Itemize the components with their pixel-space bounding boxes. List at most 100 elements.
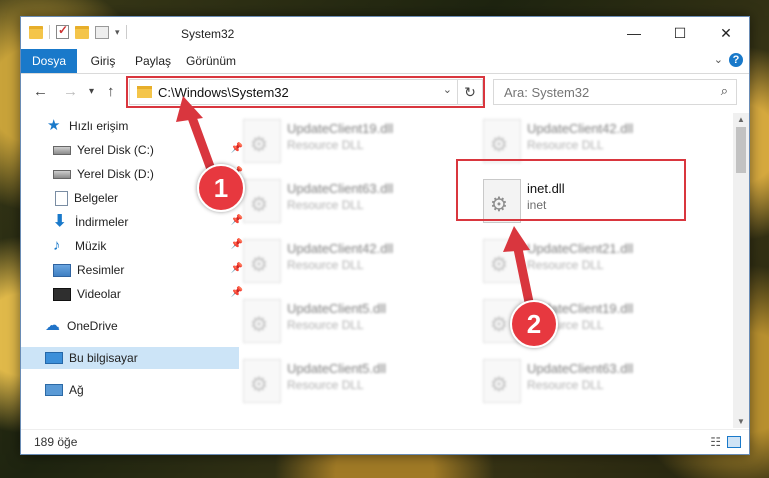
title-bar: ▾ System32 — ☐ ✕ — [21, 17, 749, 49]
file-description: Resource DLL — [287, 258, 364, 272]
file-name: UpdateClient21.dll — [527, 241, 634, 256]
file-name: UpdateClient63.dll — [527, 361, 634, 376]
file-explorer-window: ▾ System32 — ☐ ✕ Dosya Giriş Paylaş Görü… — [20, 16, 750, 455]
dropdown-arrow-icon[interactable]: ▾ — [115, 27, 120, 38]
properties-check-icon[interactable] — [56, 23, 69, 39]
scroll-thumb[interactable] — [736, 127, 746, 173]
navigation-bar: ← → ▾ ↑ C:\Windows\System32 ⌄ ↻ ⌕ — [21, 75, 749, 109]
item-count: 189 öğe — [34, 435, 78, 449]
dll-file-icon — [483, 359, 521, 403]
music-note-icon: ♪ — [53, 237, 61, 254]
address-highlight-box — [126, 76, 485, 108]
file-name: UpdateClient42.dll — [527, 121, 634, 136]
file-description: Resource DLL — [527, 258, 604, 272]
scroll-up-icon[interactable]: ▲ — [737, 115, 745, 124]
folder-icon — [29, 25, 43, 39]
file-description: Resource DLL — [287, 378, 364, 392]
file-description: Resource DLL — [527, 378, 604, 392]
file-description: Resource DLL — [527, 138, 604, 152]
file-item[interactable]: UpdateClient21.dll Resource DLL — [457, 233, 687, 287]
sidebar-item-label: Belgeler — [74, 191, 119, 205]
sidebar-item-onedrive[interactable]: ☁ OneDrive — [21, 315, 239, 337]
tab-home[interactable]: Giriş — [83, 49, 123, 73]
sidebar-item-videos[interactable]: Videolar 📌 — [21, 283, 247, 305]
new-folder-icon[interactable] — [75, 25, 89, 39]
minimize-button[interactable]: — — [611, 17, 657, 49]
sidebar-item-network[interactable]: Ağ — [21, 379, 239, 401]
search-icon[interactable]: ⌕ — [721, 83, 728, 99]
file-name: UpdateClient63.dll — [287, 181, 394, 196]
search-box[interactable]: ⌕ — [493, 79, 737, 105]
back-arrow-icon[interactable]: ← — [33, 83, 48, 100]
sidebar-item-label: OneDrive — [67, 319, 118, 333]
step-badge-2: 2 — [510, 300, 558, 348]
tab-view[interactable]: Görünüm — [181, 49, 241, 73]
dll-file-icon — [243, 299, 281, 343]
sidebar-item-label: Müzik — [75, 239, 107, 253]
file-description: Resource DLL — [287, 198, 364, 212]
dll-file-icon — [243, 239, 281, 283]
navigation-pane: ★ Hızlı erişim Yerel Disk (C:) 📌 Yerel D… — [21, 113, 245, 428]
drive-icon — [53, 145, 71, 155]
file-item[interactable]: UpdateClient63.dll Resource DLL — [457, 353, 687, 407]
download-arrow-icon: ⬇ — [53, 213, 67, 230]
up-arrow-icon[interactable]: ↑ — [107, 83, 115, 100]
file-item[interactable]: UpdateClient19.dll Resource DLL — [217, 113, 447, 167]
file-item[interactable]: UpdateClient5.dll Resource DLL — [217, 353, 447, 407]
toolbar-divider — [49, 25, 50, 39]
file-item[interactable]: UpdateClient63.dll Resource DLL — [217, 173, 447, 227]
pictures-icon — [53, 263, 71, 277]
search-input[interactable] — [502, 84, 706, 101]
tab-share[interactable]: Paylaş — [129, 49, 177, 73]
inet-dll-highlight-box — [456, 159, 686, 221]
close-button[interactable]: ✕ — [703, 17, 749, 49]
file-name: UpdateClient42.dll — [287, 241, 394, 256]
file-name: UpdateClient19.dll — [287, 121, 394, 136]
customize-toolbar-icon[interactable] — [95, 25, 109, 39]
sidebar-item-label: Bu bilgisayar — [69, 351, 138, 365]
dll-file-icon — [483, 119, 521, 163]
quick-access-toolbar: ▾ — [29, 23, 127, 39]
sidebar-item-pictures[interactable]: Resimler 📌 — [21, 259, 247, 281]
dll-file-icon — [243, 179, 281, 223]
status-bar: 189 öğe ☷ — [21, 429, 749, 454]
recent-locations-icon[interactable]: ▾ — [89, 86, 94, 97]
maximize-button[interactable]: ☐ — [657, 17, 703, 49]
sidebar-item-label: Hızlı erişim — [69, 119, 129, 133]
sidebar-item-downloads[interactable]: ⬇ İndirmeler 📌 — [21, 211, 247, 233]
dll-file-icon — [483, 239, 521, 283]
vertical-scrollbar[interactable]: ▲ ▼ — [733, 113, 749, 428]
sidebar-item-label: İndirmeler — [75, 215, 129, 229]
details-view-icon[interactable]: ☷ — [710, 435, 721, 449]
cloud-icon: ☁ — [45, 317, 60, 334]
sidebar-item-label: Videolar — [77, 287, 121, 301]
sidebar-item-music[interactable]: ♪ Müzik 📌 — [21, 235, 247, 257]
drive-icon — [53, 169, 71, 179]
ribbon-tabs: Dosya Giriş Paylaş Görünüm ⌄ ? — [21, 49, 749, 74]
sidebar-item-quick-access[interactable]: ★ Hızlı erişim — [21, 115, 241, 137]
star-icon: ★ — [47, 117, 61, 134]
file-name: UpdateClient5.dll — [287, 301, 387, 316]
tab-file[interactable]: Dosya — [21, 49, 77, 73]
computer-icon — [45, 352, 63, 364]
file-description: Resource DLL — [287, 318, 364, 332]
network-icon — [45, 384, 63, 396]
forward-arrow-icon[interactable]: → — [63, 83, 78, 100]
dll-file-icon — [243, 119, 281, 163]
file-item[interactable]: UpdateClient5.dll Resource DLL — [217, 293, 447, 347]
scroll-down-icon[interactable]: ▼ — [737, 417, 745, 426]
window-title: System32 — [181, 27, 235, 41]
film-icon — [53, 287, 71, 301]
document-icon — [55, 190, 68, 206]
step-badge-1: 1 — [197, 164, 245, 212]
sidebar-item-local-disk-c[interactable]: Yerel Disk (C:) 📌 — [21, 139, 247, 161]
file-name: UpdateClient5.dll — [287, 361, 387, 376]
help-icon[interactable]: ? — [729, 53, 743, 67]
dll-file-icon — [243, 359, 281, 403]
file-item[interactable]: UpdateClient42.dll Resource DLL — [217, 233, 447, 287]
ribbon-expand-icon[interactable]: ⌄ — [714, 53, 723, 66]
file-item[interactable]: UpdateClient19.dll Resource DLL — [457, 293, 687, 347]
large-icons-view-icon[interactable] — [727, 436, 741, 448]
sidebar-item-this-pc[interactable]: Bu bilgisayar — [21, 347, 239, 369]
file-description: Resource DLL — [287, 138, 364, 152]
